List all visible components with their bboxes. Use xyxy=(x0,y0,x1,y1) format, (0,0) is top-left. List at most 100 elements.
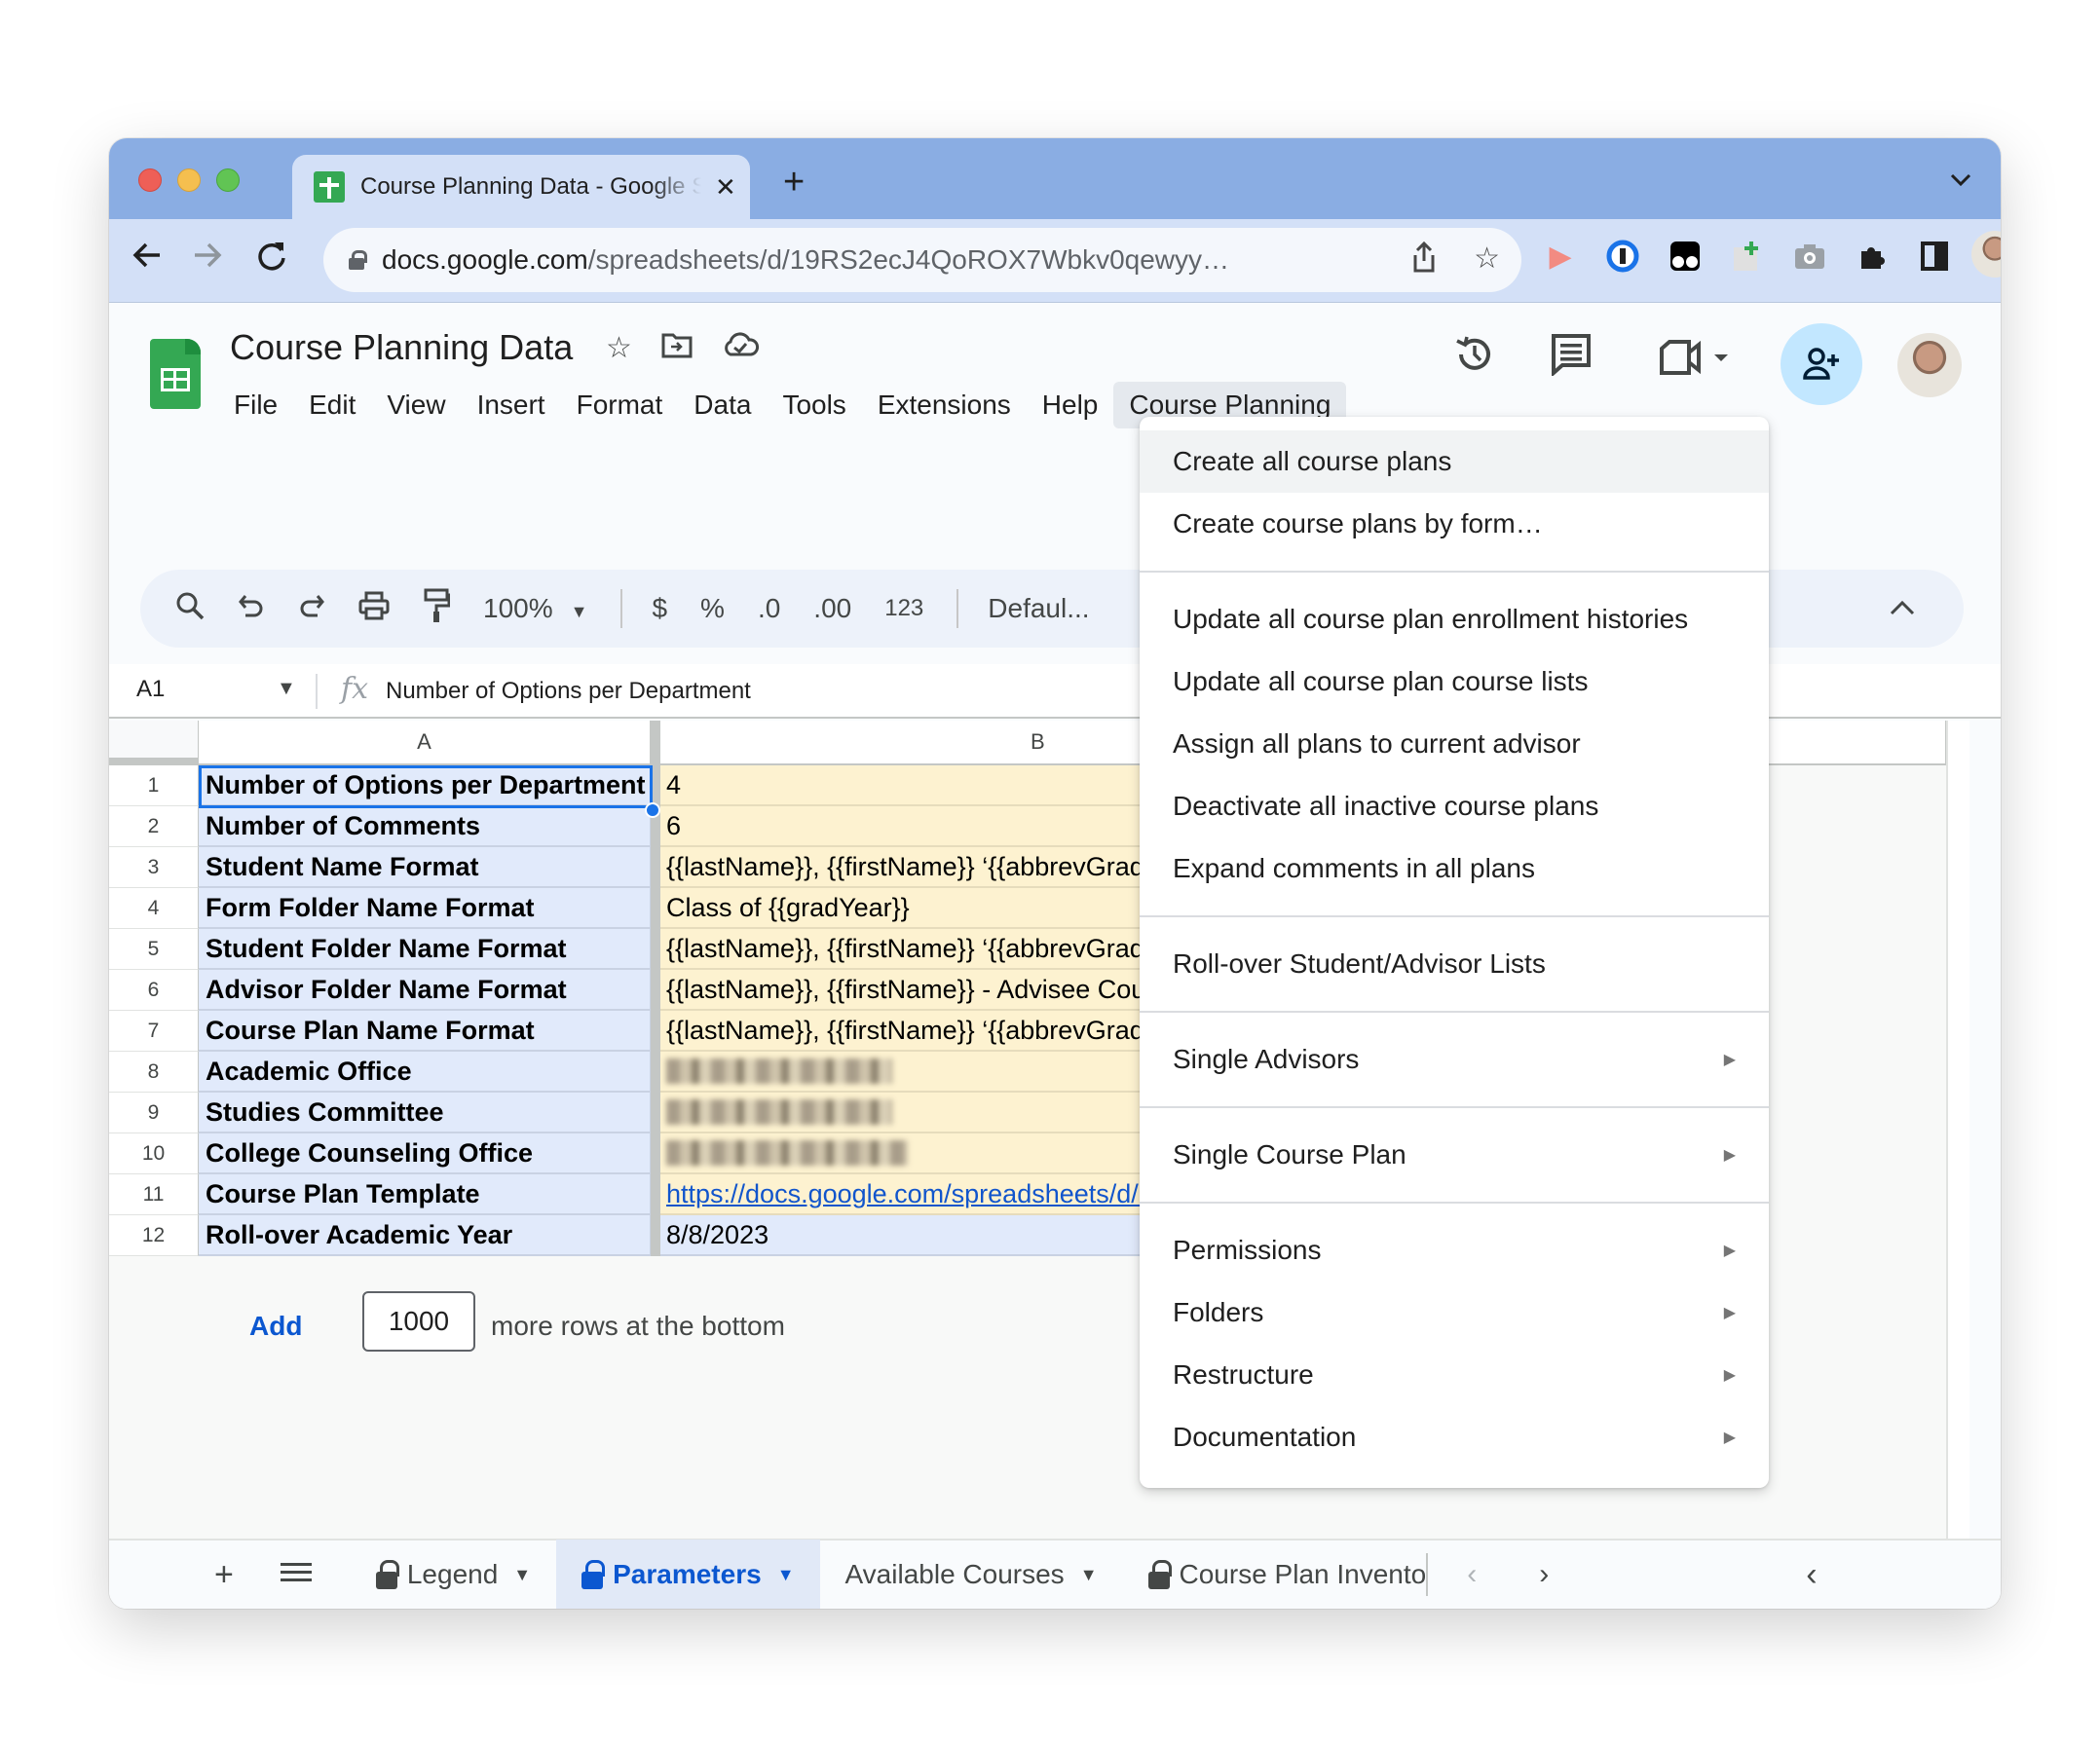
expand-side-panel-icon[interactable]: ‹ xyxy=(1806,1556,1817,1594)
minimize-window-button[interactable] xyxy=(177,168,201,192)
row-number[interactable]: 5 xyxy=(109,929,199,970)
frozen-column-divider[interactable] xyxy=(651,721,660,765)
value-cell[interactable]: 8/8/2023 xyxy=(660,1215,1167,1256)
1password-icon[interactable] xyxy=(1603,237,1642,276)
scroll-tabs-left-icon[interactable]: ‹ xyxy=(1467,1558,1477,1591)
row-number[interactable]: 2 xyxy=(109,806,199,847)
comments-icon[interactable] xyxy=(1551,333,1592,381)
menu-view[interactable]: View xyxy=(371,382,461,428)
sheet-tab-dropdown-icon[interactable]: ▼ xyxy=(513,1565,531,1585)
print-icon[interactable] xyxy=(358,591,390,627)
star-icon[interactable]: ☆ xyxy=(606,331,632,366)
hide-menus-chevron-icon[interactable] xyxy=(1890,591,1915,622)
currency-format-button[interactable]: $ xyxy=(652,593,667,624)
increase-decimal-button[interactable]: .00 xyxy=(813,593,851,624)
row-number[interactable]: 11 xyxy=(109,1174,199,1215)
cloud-saved-icon[interactable] xyxy=(722,331,759,366)
value-cell[interactable]: Class of {{gradYear}} xyxy=(660,888,1167,929)
label-cell[interactable]: Advisor Folder Name Format xyxy=(199,970,651,1011)
label-cell[interactable]: Student Folder Name Format xyxy=(199,929,651,970)
label-cell[interactable]: Number of Comments xyxy=(199,806,651,847)
close-window-button[interactable] xyxy=(138,168,162,192)
redo-icon[interactable] xyxy=(298,592,325,626)
label-cell[interactable]: Number of Options per Department xyxy=(199,765,651,806)
label-cell[interactable]: Studies Committee xyxy=(199,1093,651,1133)
decrease-decimal-button[interactable]: .0 xyxy=(758,593,780,624)
menu-item-create-course-plans-by-form[interactable]: Create course plans by form… xyxy=(1140,493,1769,555)
menu-item-roll-over-student-advisor-lists[interactable]: Roll-over Student/Advisor Lists xyxy=(1140,933,1769,995)
value-cell[interactable]: {{lastName}}, {{firstName}} ‘{{abbrevGra… xyxy=(660,1011,1167,1052)
row-number[interactable]: 9 xyxy=(109,1093,199,1133)
sheet-tab-dropdown-icon[interactable]: ▼ xyxy=(1080,1565,1098,1585)
label-cell[interactable]: Form Folder Name Format xyxy=(199,888,651,929)
tab-search-chevron-icon[interactable] xyxy=(1950,167,1971,193)
menu-tools[interactable]: Tools xyxy=(767,382,861,428)
menu-edit[interactable]: Edit xyxy=(293,382,371,428)
value-cell[interactable] xyxy=(660,1052,1167,1093)
name-box[interactable]: A1 xyxy=(136,676,165,703)
add-sheet-icon[interactable]: + xyxy=(214,1556,234,1594)
document-title[interactable]: Course Planning Data xyxy=(230,327,573,368)
account-avatar[interactable] xyxy=(1897,333,1962,397)
menu-help[interactable]: Help xyxy=(1027,382,1114,428)
value-cell[interactable]: {{lastName}}, {{firstName}} ‘{{abbrevGra… xyxy=(660,847,1167,888)
value-cell[interactable]: 4 xyxy=(660,765,1167,806)
add-document-extension-icon[interactable] xyxy=(1728,237,1767,276)
sheets-logo-icon[interactable] xyxy=(150,339,201,409)
sheet-tab-parameters[interactable]: Parameters ▼ xyxy=(556,1540,820,1609)
value-cell[interactable]: 6 xyxy=(660,806,1167,847)
screencastify-icon[interactable]: ▶ xyxy=(1541,237,1580,276)
camera-icon[interactable] xyxy=(1790,237,1829,276)
forward-button[interactable] xyxy=(191,239,224,280)
menu-item-assign-all-plans-to-current-advisor[interactable]: Assign all plans to current advisor xyxy=(1140,713,1769,775)
label-cell[interactable]: Roll-over Academic Year xyxy=(199,1215,651,1256)
row-number[interactable]: 12 xyxy=(109,1215,199,1256)
fill-handle[interactable] xyxy=(645,802,660,818)
label-cell[interactable]: College Counseling Office xyxy=(199,1133,651,1174)
address-bar[interactable]: docs.google.com/spreadsheets/d/19RS2ecJ4… xyxy=(323,228,1521,292)
search-menus-icon[interactable] xyxy=(175,591,205,627)
percent-format-button[interactable]: % xyxy=(700,593,725,624)
bookmark-star-icon[interactable]: ☆ xyxy=(1474,241,1500,280)
label-cell[interactable]: Academic Office xyxy=(199,1052,651,1093)
menu-item-restructure[interactable]: Restructure ▶ xyxy=(1140,1344,1769,1406)
value-cell[interactable]: {{lastName}}, {{firstName}} ‘{{abbrevGra… xyxy=(660,929,1167,970)
close-tab-icon[interactable]: ✕ xyxy=(715,172,736,203)
menu-file[interactable]: File xyxy=(218,382,293,428)
menu-insert[interactable]: Insert xyxy=(462,382,561,428)
scroll-tabs-right-icon[interactable]: › xyxy=(1539,1558,1549,1591)
sheet-tab-legend[interactable]: Legend ▼ xyxy=(351,1540,556,1609)
sheet-tab-course-plan-inventory[interactable]: Course Plan Invento xyxy=(1123,1553,1429,1596)
reload-button[interactable] xyxy=(255,239,288,280)
menu-format[interactable]: Format xyxy=(561,382,679,428)
menu-item-single-course-plan[interactable]: Single Course Plan ▶ xyxy=(1140,1124,1769,1186)
zoom-select[interactable]: 100% ▼ xyxy=(483,593,587,624)
more-formats-button[interactable]: 123 xyxy=(884,595,923,622)
menu-item-permissions[interactable]: Permissions ▶ xyxy=(1140,1219,1769,1281)
menu-item-documentation[interactable]: Documentation ▶ xyxy=(1140,1406,1769,1468)
label-cell[interactable]: Course Plan Name Format xyxy=(199,1011,651,1052)
add-rows-button[interactable]: Add xyxy=(249,1311,302,1342)
value-cell[interactable]: {{lastName}}, {{firstName}} - Advisee Co… xyxy=(660,970,1167,1011)
menu-data[interactable]: Data xyxy=(678,382,767,428)
row-number[interactable]: 7 xyxy=(109,1011,199,1052)
sheet-tab-dropdown-icon[interactable]: ▼ xyxy=(777,1565,795,1585)
back-button[interactable] xyxy=(131,239,164,280)
select-all-corner[interactable] xyxy=(109,721,199,765)
name-box-dropdown-icon[interactable]: ▼ xyxy=(277,678,296,700)
menu-item-update-all-course-plan-enrollment-histories[interactable]: Update all course plan enrollment histor… xyxy=(1140,588,1769,650)
row-number[interactable]: 6 xyxy=(109,970,199,1011)
browser-tab[interactable]: Course Planning Data - Google Sheets ✕ xyxy=(292,155,750,219)
meet-icon[interactable] xyxy=(1658,339,1736,381)
extensions-puzzle-icon[interactable] xyxy=(1853,237,1892,276)
value-cell[interactable] xyxy=(660,1093,1167,1133)
tampermonkey-icon[interactable] xyxy=(1666,237,1705,276)
row-number[interactable]: 4 xyxy=(109,888,199,929)
menu-item-create-all-course-plans[interactable]: Create all course plans xyxy=(1140,430,1769,493)
column-header-a[interactable]: A xyxy=(199,721,651,765)
move-folder-icon[interactable] xyxy=(661,331,693,366)
paint-format-icon[interactable] xyxy=(423,588,451,630)
menu-item-deactivate-all-inactive-course-plans[interactable]: Deactivate all inactive course plans xyxy=(1140,775,1769,837)
row-number[interactable]: 3 xyxy=(109,847,199,888)
maximize-window-button[interactable] xyxy=(216,168,240,192)
